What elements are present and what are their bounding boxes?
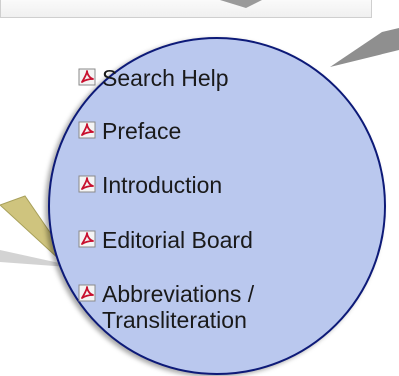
pdf-icon — [78, 230, 96, 248]
pdf-icon — [78, 121, 96, 139]
menu-item-label: Introduction — [102, 172, 223, 198]
menu-item-label: Editorial Board — [102, 227, 253, 253]
menu-item-editorial-board[interactable]: Editorial Board — [78, 227, 253, 253]
pdf-icon — [78, 284, 96, 302]
menu-item-introduction[interactable]: Introduction — [78, 172, 222, 198]
menu-item-search-help[interactable]: Search Help — [78, 65, 229, 91]
menu-item-label: Abbreviations / Transliteration — [102, 281, 255, 333]
menu-item-abbreviations-transliteration[interactable]: Abbreviations / Transliteration — [78, 281, 302, 333]
menu-item-label: Preface — [102, 118, 182, 144]
pdf-icon — [78, 175, 96, 193]
help-menu: Search Help Preface Introduction Editori… — [0, 0, 399, 376]
menu-item-label: Search Help — [102, 65, 229, 91]
pdf-icon — [78, 68, 96, 86]
menu-item-preface[interactable]: Preface — [78, 118, 181, 144]
